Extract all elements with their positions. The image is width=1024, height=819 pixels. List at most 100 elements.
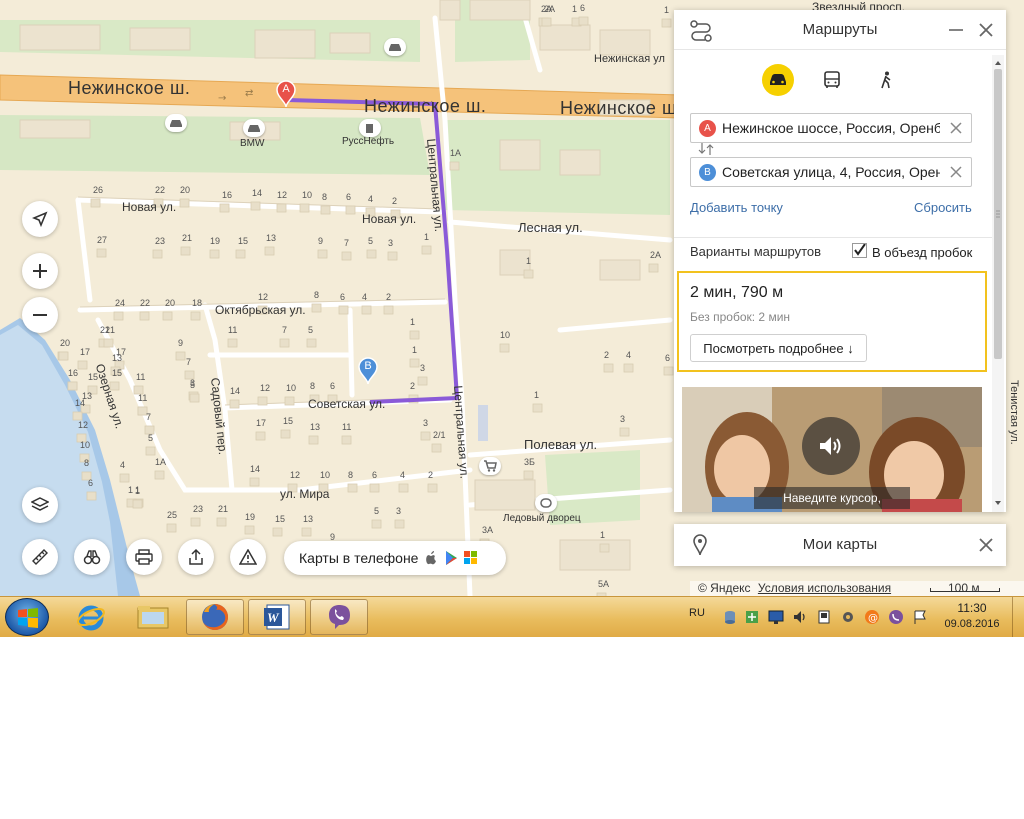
- route-time-distance: 2 мин, 790 м: [690, 284, 784, 301]
- close-icon[interactable]: [978, 537, 994, 553]
- taskbar-firefox[interactable]: [186, 599, 244, 635]
- checkmark-icon: [854, 243, 866, 256]
- scrollbar-thumb[interactable]: [994, 69, 1002, 359]
- scale-bar: [930, 588, 1000, 592]
- add-point-link[interactable]: Добавить точку: [690, 200, 783, 215]
- viber-icon: [329, 605, 350, 629]
- panel-header: Маршруты: [674, 10, 1006, 50]
- zoom-out-button[interactable]: [22, 297, 58, 333]
- start-button[interactable]: [5, 598, 49, 636]
- database-tray-icon[interactable]: [722, 609, 738, 625]
- action-center-flag-icon[interactable]: [912, 609, 928, 625]
- house-number: 2/1: [433, 430, 446, 440]
- route-from-field[interactable]: A Нежинское шоссе, Россия, Оренбург: [690, 113, 972, 143]
- street-label: Советская ул.: [308, 397, 386, 411]
- my-maps-panel[interactable]: Мои карты: [674, 524, 1006, 566]
- to-marker: B: [699, 164, 716, 181]
- scroll-down-icon[interactable]: [992, 498, 1004, 508]
- report-error-button[interactable]: [230, 539, 266, 575]
- from-input[interactable]: Нежинское шоссе, Россия, Оренбург: [722, 120, 940, 136]
- share-icon: [189, 548, 203, 565]
- house-number: 15: [112, 368, 123, 378]
- house-number: 6: [330, 381, 336, 391]
- shop-cart-icon[interactable]: [479, 457, 501, 475]
- internet-explorer-icon: [77, 605, 105, 631]
- house-number: 5: [368, 236, 374, 246]
- house-number: 13: [112, 353, 123, 363]
- share-button[interactable]: [178, 539, 214, 575]
- mail-agent-tray-icon[interactable]: @: [864, 609, 880, 625]
- clear-to-icon[interactable]: [947, 163, 965, 181]
- windows-logo-icon: [18, 608, 38, 628]
- car-dealer-icon[interactable]: [165, 114, 187, 132]
- house-number: 13: [266, 233, 277, 243]
- house-number: 8: [322, 192, 328, 202]
- car-icon: [770, 74, 786, 85]
- geolocation-button[interactable]: [22, 201, 58, 237]
- sound-button[interactable]: [802, 417, 860, 475]
- house-number: 21: [218, 504, 229, 514]
- layers-button[interactable]: [22, 487, 58, 523]
- pedestrian-icon: [881, 71, 891, 89]
- swap-icon[interactable]: [698, 142, 714, 156]
- minimize-icon[interactable]: [948, 22, 964, 38]
- device-tray-icon[interactable]: [816, 609, 832, 625]
- street-label: ул. Мира: [280, 487, 330, 501]
- gas-station-icon[interactable]: [359, 119, 381, 137]
- language-indicator[interactable]: RU: [689, 607, 705, 619]
- house-number: 6: [372, 470, 378, 480]
- clear-from-icon[interactable]: [947, 119, 965, 137]
- ruler-button[interactable]: [22, 539, 58, 575]
- route-variants-label: Варианты маршрутов: [690, 244, 822, 259]
- show-desktop-button[interactable]: [1012, 597, 1024, 637]
- stadium-icon[interactable]: [535, 494, 557, 512]
- car-dealer-icon[interactable]: [384, 38, 406, 56]
- scroll-up-icon[interactable]: [992, 58, 1004, 68]
- print-button[interactable]: [126, 539, 162, 575]
- car-dealer-icon[interactable]: [243, 119, 265, 137]
- mode-car-button[interactable]: [762, 64, 794, 96]
- panorama-button[interactable]: [74, 539, 110, 575]
- reset-link[interactable]: Сбросить: [914, 200, 972, 215]
- taskbar-viber[interactable]: [310, 599, 368, 635]
- avoid-traffic-checkbox[interactable]: [852, 243, 867, 258]
- street-label: Новая ул.: [362, 212, 417, 226]
- marker-letter: A: [282, 83, 290, 95]
- volume-tray-icon[interactable]: [792, 609, 808, 625]
- terms-link[interactable]: Условия использования: [758, 581, 891, 595]
- mobile-app-promo[interactable]: Карты в телефоне: [284, 541, 506, 575]
- house-number: 13: [303, 514, 314, 524]
- route-start-marker[interactable]: A: [276, 80, 296, 108]
- route-details-button[interactable]: Посмотреть подробнее ↓: [690, 334, 867, 362]
- house-number: 18: [192, 298, 203, 308]
- settings-tray-icon[interactable]: [840, 609, 856, 625]
- monitor-tray-icon[interactable]: [768, 609, 784, 625]
- house-number: 3: [423, 418, 429, 428]
- network-tray-icon[interactable]: [744, 609, 760, 625]
- advertisement-video[interactable]: Наведите курсор,: [682, 387, 982, 512]
- mode-walk-button[interactable]: [870, 64, 902, 96]
- route-option-card[interactable]: 2 мин, 790 м Без пробок: 2 мин Посмотрет…: [677, 271, 987, 372]
- copyright-text: © Яндекс: [698, 581, 751, 595]
- zoom-in-button[interactable]: [22, 253, 58, 289]
- avoid-traffic-label[interactable]: В объезд пробок: [872, 245, 972, 260]
- taskbar-word[interactable]: W: [248, 599, 306, 635]
- clock-date[interactable]: 09.08.2016: [940, 618, 1004, 630]
- street-label: Нежинское ш.: [68, 78, 191, 98]
- taskbar-explorer[interactable]: [124, 599, 182, 635]
- viber-tray-icon[interactable]: [888, 609, 904, 625]
- close-icon[interactable]: [978, 22, 994, 38]
- panel-scrollbar[interactable]: [992, 55, 1004, 512]
- clock-time[interactable]: 11:30: [942, 601, 1002, 615]
- mode-transit-button[interactable]: [816, 64, 848, 96]
- house-number: 4: [362, 292, 368, 302]
- ruler-icon: [32, 549, 48, 565]
- house-number: 11: [136, 372, 146, 382]
- taskbar-ie[interactable]: [62, 599, 120, 635]
- house-number: 8: [84, 458, 90, 468]
- to-input[interactable]: Советская улица, 4, Россия, Оренбург: [722, 164, 940, 180]
- house-number: 5: [374, 506, 380, 516]
- route-end-marker[interactable]: B: [358, 357, 378, 385]
- firefox-icon: [202, 604, 228, 630]
- route-to-field[interactable]: B Советская улица, 4, Россия, Оренбург: [690, 157, 972, 187]
